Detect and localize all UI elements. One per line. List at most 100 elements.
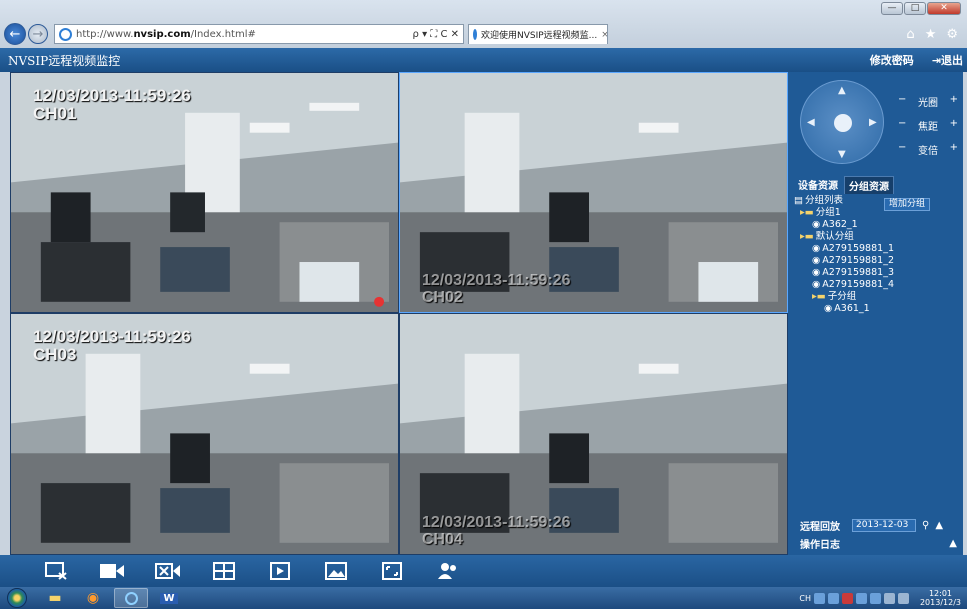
zoom-plus-button[interactable]: + [950,142,958,157]
stop-record-icon [155,563,180,579]
resource-tabs: 设备资源 分组资源 [788,176,963,194]
camera-icon: ◉ [824,303,833,314]
list-icon: ▤ [794,195,803,206]
home-icon[interactable]: ⌂ [906,27,914,42]
zoom-minus-button[interactable]: − [898,142,906,157]
ie-page-icon [59,27,72,41]
ptz-down-arrow-icon[interactable]: ▼ [838,149,846,160]
fullscreen-icon [382,562,402,580]
taskbar-word[interactable]: W [152,588,186,608]
tray-help-icon[interactable] [827,592,839,604]
folder-icon: ▸▬ [812,291,826,302]
app-header: NVSIP远程视频监控 修改密码 ⇥退出 [0,48,967,72]
tree-node[interactable]: ◉ A279159881_2 [794,255,960,267]
search-icon[interactable]: ⚲ [922,520,929,531]
focus-plus-button[interactable]: + [950,118,958,133]
ptz-zoom-row: − 变倍 + [898,142,958,157]
ptz-right-arrow-icon[interactable]: ▶ [869,117,877,128]
side-panel: ▲ ▼ ◀ ▶ − 光圈 + − 焦距 + − 变倍 + 设备资源 分组资源 增… [788,72,963,555]
close-all-button[interactable] [28,557,84,585]
system-clock[interactable]: 12:01 2013/12/3 [920,589,961,607]
snapshot-button[interactable] [308,557,364,585]
address-bar[interactable]: http://www.nvsip.com/Index.html# ρ ▾ ⛶ C… [54,24,464,44]
back-button[interactable]: ← [4,23,26,45]
video-cell-1[interactable]: 12/03/2013-11:59:26 CH01 [10,72,399,313]
browser-toolbar-icons: ⌂ ★ ⚙ [906,27,962,42]
users-button[interactable] [420,557,476,585]
log-label: 操作日志 [800,539,840,551]
add-group-button[interactable]: 增加分组 [884,198,930,211]
playback-label: 远程回放 [800,521,840,533]
tree-node[interactable]: ▸▬ 分组1 [794,207,960,219]
stop-record-button[interactable] [140,557,196,585]
ptz-left-arrow-icon[interactable]: ◀ [807,117,815,128]
start-button[interactable] [0,587,34,609]
tray-app-icon[interactable] [855,592,867,604]
forward-button[interactable]: → [28,24,48,44]
tab-close-icon[interactable]: × [601,30,607,40]
osd-timestamp: 12/03/2013-11:59:26 CH01 [33,86,191,123]
tray-app-icon[interactable] [869,592,881,604]
video-toolbar [0,555,967,587]
ie-icon [124,591,138,605]
browser-tab[interactable]: 欢迎使用NVSIP远程视频监... × [468,24,608,44]
tray-network-icon[interactable] [883,592,895,604]
browser-navbar: ← → http://www.nvsip.com/Index.html# ρ ▾… [4,22,962,46]
star-icon[interactable]: ★ [925,27,937,42]
tree-node[interactable]: ◉ A279159881_4 [794,279,960,291]
media-player-icon: ◉ [86,590,100,606]
playback-row[interactable]: 远程回放 2013-12-03 ⚲ ▲ [788,516,963,534]
logout-link[interactable]: ⇥退出 [932,52,963,68]
tree-node[interactable]: ▸▬ 默认分组 [794,231,960,243]
ptz-center-button[interactable] [834,114,852,132]
change-password-link[interactable]: 修改密码 [870,52,914,68]
playback-date-input[interactable]: 2013-12-03 [852,518,916,532]
word-icon: W [160,592,178,604]
tree-node[interactable]: ◉ A361_1 [794,303,960,315]
tab-groups[interactable]: 分组资源 [844,176,894,194]
tree-node[interactable]: ▸▬ 子分组 [794,291,960,303]
collapse-up-icon[interactable]: ▲ [935,520,943,531]
play-icon [270,562,290,580]
aperture-plus-button[interactable]: + [950,94,958,109]
tree-node[interactable]: ◉ A279159881_3 [794,267,960,279]
aperture-minus-button[interactable]: − [898,94,906,109]
camera-icon: ◉ [812,219,821,230]
record-button[interactable] [84,557,140,585]
folder-icon: ▸▬ [800,231,814,242]
layout-quad-button[interactable] [196,557,252,585]
play-button[interactable] [252,557,308,585]
video-cell-3[interactable]: 12/03/2013-11:59:26 CH03 [10,313,399,555]
fullscreen-button[interactable] [364,557,420,585]
video-cell-4[interactable]: 12/03/2013-11:59:26 CH04 [399,313,788,555]
tray-app-icon[interactable] [841,592,853,604]
close-window-button[interactable]: ✕ [927,2,961,15]
ptz-focus-row: − 焦距 + [898,118,958,133]
collapse-up-icon[interactable]: ▲ [949,538,963,549]
video-cell-2[interactable]: 12/03/2013-11:59:26 CH02 [399,72,788,313]
logout-icon: ⇥ [931,54,941,67]
tree-node[interactable]: ◉ A279159881_1 [794,243,960,255]
minimize-button[interactable]: — [881,2,903,15]
folder-icon: ▬ [48,590,62,606]
tray-app-icon[interactable] [813,592,825,604]
tree-node[interactable]: ◉ A362_1 [794,219,960,231]
input-language[interactable]: CH [799,594,811,603]
tab-devices[interactable]: 设备资源 [794,176,842,194]
taskbar-media-player[interactable]: ◉ [76,588,110,608]
tree-node[interactable]: ▤ 分组列表 [794,195,960,207]
address-controls[interactable]: ρ ▾ ⛶ C ✕ [413,29,463,40]
log-row[interactable]: 操作日志 ▲ [788,534,963,552]
taskbar-explorer[interactable]: ▬ [38,588,72,608]
snapshot-icon [325,562,347,580]
ptz-direction-pad[interactable]: ▲ ▼ ◀ ▶ [800,80,884,164]
zoom-label: 变倍 [918,146,938,157]
taskbar-ie[interactable] [114,588,148,608]
window-controls: — □ ✕ [881,2,961,15]
focus-minus-button[interactable]: − [898,118,906,133]
maximize-button[interactable]: □ [904,2,926,15]
tray-volume-icon[interactable] [897,592,909,604]
windows-orb-icon [7,588,27,608]
ptz-up-arrow-icon[interactable]: ▲ [838,85,846,96]
settings-icon[interactable]: ⚙ [946,27,958,42]
